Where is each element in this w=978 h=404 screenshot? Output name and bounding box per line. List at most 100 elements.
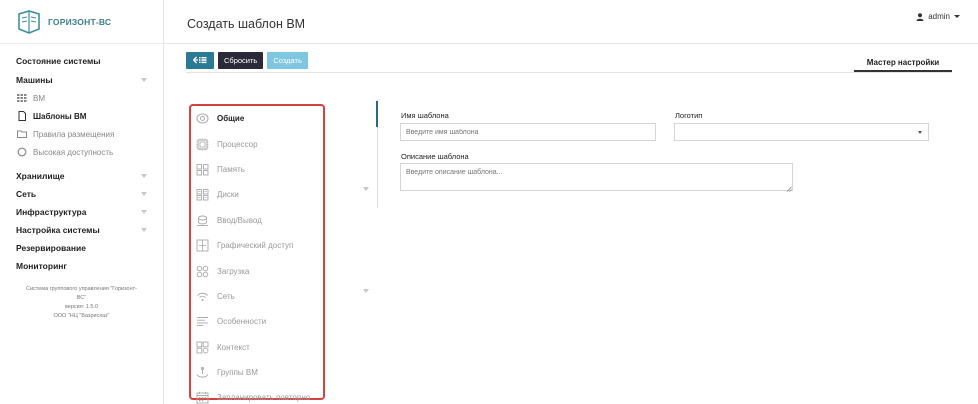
footer-line: ВС" [76,295,87,301]
sidebar-item-label: Правила размещения [33,129,115,139]
create-button[interactable]: Создать [267,52,308,69]
menu-item-memory[interactable]: Память [191,157,323,182]
back-list-icon [193,56,207,66]
chevron-down-icon [141,192,147,196]
menu-item-vm-groups[interactable]: Группы ВМ [191,360,323,385]
circle-icon [17,147,27,157]
template-description-textarea[interactable] [400,163,793,191]
cpu-icon [196,138,209,151]
chevron-down-icon[interactable] [363,289,369,293]
menu-item-label: Особенности [217,317,267,327]
graphics-icon [196,239,209,252]
tab-wizard[interactable]: Мастер настройки [854,54,952,72]
divider [186,72,952,73]
menu-item-label: Процессор [217,139,258,149]
chevron-down-icon[interactable] [363,187,369,191]
sidebar-item-placement-rules[interactable]: Правила размещения [0,125,163,143]
menu-item-features[interactable]: Особенности [191,309,323,334]
resize-handle-icon[interactable] [786,184,792,192]
footer-line: Система группового управления "Горизонт- [25,286,138,292]
page-title: Создать шаблон ВМ [187,17,306,31]
disks-icon [196,188,209,201]
sidebar-item-label: Машины [16,75,53,85]
chevron-down-icon [918,131,922,134]
menu-item-label: Диски [217,190,239,200]
general-icon [196,112,209,125]
sidebar-item-infrastructure[interactable]: Инфраструктура [0,203,163,221]
back-button[interactable] [186,52,214,69]
sidebar-item-high-availability[interactable]: Высокая доступность [0,143,163,161]
menu-item-cpu[interactable]: Процессор [191,131,323,156]
menu-item-label: Общие [217,114,245,124]
menu-item-graphics[interactable]: Графический доступ [191,233,323,258]
sidebar-item-machines[interactable]: Машины [0,71,163,89]
menu-item-io[interactable]: Ввод/Вывод [191,208,323,233]
menu-item-label: Запланировать повторно [217,393,311,403]
template-description-label: Описание шаблона [401,152,469,161]
menu-item-label: Сеть [217,291,235,301]
footer-version: версия: 1.5.0 [64,304,99,310]
template-name-label: Имя шаблона [401,111,449,120]
template-name-input[interactable] [400,123,656,141]
menu-item-label: Память [217,164,245,174]
sidebar-item-vm[interactable]: ВМ [0,89,163,107]
sidebar-item-label: Резервирование [16,243,86,253]
context-icon [196,341,209,354]
active-section-indicator [376,101,378,127]
sidebar-item-label: Шаблоны ВМ [33,111,87,121]
sidebar-item-label: Сеть [16,189,37,199]
logo-select[interactable] [674,123,929,141]
sidebar-item-backup[interactable]: Резервирование [0,239,163,257]
user-icon [916,12,924,21]
grid-icon [17,93,27,103]
chevron-down-icon [141,210,147,214]
toolbar: Сбросить Создать [186,52,308,69]
sidebar-footer: Система группового управления "Горизонт-… [0,275,163,321]
sidebar-item-label: Состояние системы [16,56,101,66]
sidebar-item-label: Настройка системы [16,225,100,235]
section-menu: Общие Процессор Память Диски Ввод/Вывод … [189,104,325,404]
chevron-down-icon [141,78,147,82]
sidebar-item-vm-templates[interactable]: Шаблоны ВМ [0,107,163,125]
menu-item-general[interactable]: Общие [191,106,323,131]
menu-item-disks[interactable]: Диски [191,182,323,207]
reset-button[interactable]: Сбросить [218,52,264,69]
menu-item-label: Контекст [217,342,250,352]
memory-icon [196,163,209,176]
io-icon [196,214,209,227]
menu-item-label: Группы ВМ [217,368,258,378]
sidebar-item-network[interactable]: Сеть [0,185,163,203]
logo-text: ГОРИЗОНТ-ВС [48,16,112,27]
user-menu[interactable]: admin [916,12,960,21]
menu-item-boot[interactable]: Загрузка [191,258,323,283]
menu-item-network[interactable]: Сеть [191,284,323,309]
chevron-down-icon [954,15,960,18]
logo-area[interactable]: ГОРИЗОНТ-ВС [0,0,163,44]
features-icon [196,315,209,328]
menu-item-label: Графический доступ [217,241,294,251]
chevron-down-icon [141,174,147,178]
schedule-icon [196,391,209,404]
file-icon [17,111,27,121]
boot-icon [196,265,209,278]
header: Создать шаблон ВМ admin [164,0,978,44]
sidebar-item-storage[interactable]: Хранилище [0,167,163,185]
network-icon [196,290,209,303]
menu-item-context[interactable]: Контекст [191,335,323,360]
sidebar-item-label: Инфраструктура [16,207,87,217]
sidebar-item-system-settings[interactable]: Настройка системы [0,221,163,239]
sidebar-item-label: Высокая доступность [33,147,114,157]
logo-icon [16,9,42,35]
menu-item-schedule[interactable]: Запланировать повторно [191,385,323,404]
menu-item-label: Загрузка [217,266,250,276]
sidebar-nav: Состояние системы Машины ВМ Шаблоны ВМ П… [0,44,163,275]
logo-label: Логотип [675,111,703,120]
footer-company: ООО "НЦ "Базрисхаз" [53,313,110,319]
sidebar-item-label: Хранилище [16,171,65,181]
sidebar-item-monitoring[interactable]: Мониторинг [0,257,163,275]
sidebar-item-system-status[interactable]: Состояние системы [0,52,163,70]
user-name: admin [928,12,950,21]
menu-item-label: Ввод/Вывод [217,215,262,225]
chevron-down-icon [141,228,147,232]
sidebar: ГОРИЗОНТ-ВС Состояние системы Машины ВМ … [0,0,164,404]
